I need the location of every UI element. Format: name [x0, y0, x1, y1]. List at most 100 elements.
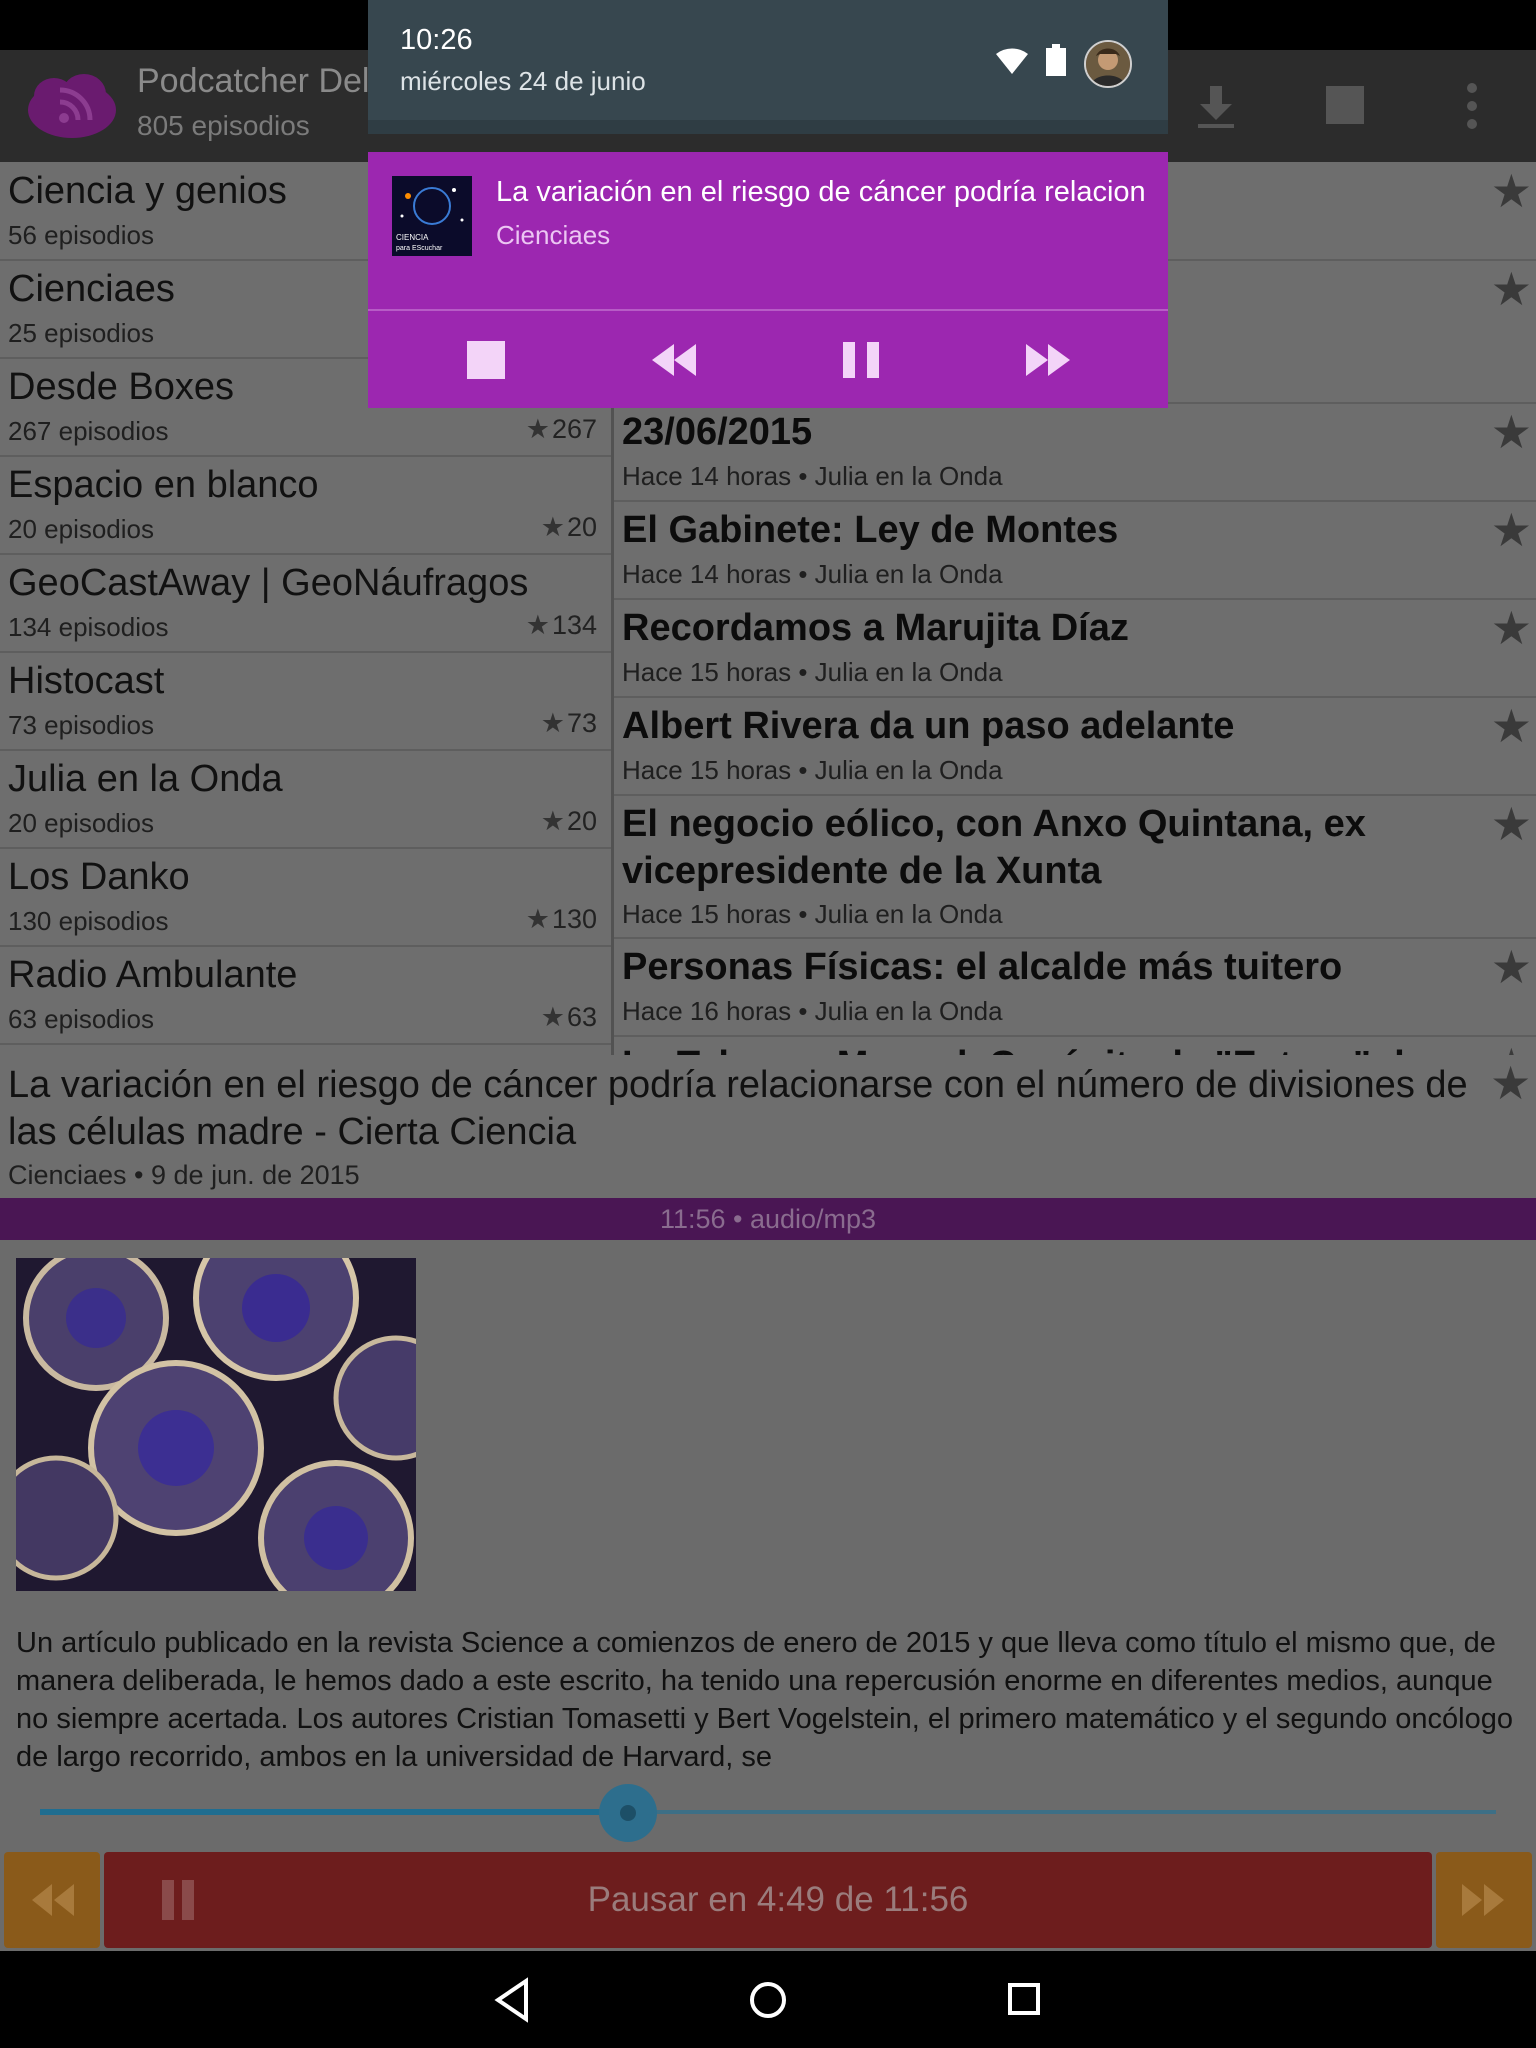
podcast-episode-count: 73 episodios: [8, 710, 154, 740]
rewind-icon: [32, 1884, 74, 1916]
notification-time: 10:26: [400, 24, 473, 56]
podcast-item[interactable]: Los Danko 130 episodios ★130: [0, 848, 611, 947]
media-stop-button[interactable]: [449, 330, 521, 390]
back-icon[interactable]: [484, 1973, 544, 2027]
episode-meta: Hace 14 horas • Julia en la Onda: [622, 461, 1003, 491]
star-icon: ★: [525, 414, 550, 444]
episode-item[interactable]: La Tabarra: Manuel, Capánita de "Futuro"…: [614, 1036, 1536, 1055]
podcast-item[interactable]: Histocast 73 episodios ★73: [0, 652, 611, 751]
rewind-button[interactable]: [4, 1852, 100, 1948]
episode-title: El Gabinete: Ley de Montes: [622, 509, 1119, 551]
star-icon[interactable]: ★: [1491, 940, 1532, 994]
pause-icon: [843, 342, 879, 378]
episode-item[interactable]: Recordamos a Marujita Díaz Hace 15 horas…: [614, 599, 1536, 698]
star-icon[interactable]: ★: [1491, 503, 1532, 557]
podcast-name: Los Danko: [8, 856, 190, 898]
star-icon[interactable]: ★: [1491, 405, 1532, 459]
star-icon: ★: [540, 708, 565, 738]
podcast-item[interactable]: Radio Ambulante 63 episodios ★63: [0, 946, 611, 1045]
episode-meta: Hace 14 horas • Julia en la Onda: [622, 559, 1003, 589]
episode-title: Albert Rivera da un paso adelante: [622, 705, 1235, 747]
podcast-name: Espacio en blanco: [8, 464, 319, 506]
wifi-icon: [996, 48, 1028, 74]
app-logo-icon[interactable]: [24, 66, 120, 142]
new-episodes-badge: ★20: [540, 806, 597, 836]
fast-forward-button[interactable]: [1436, 1852, 1532, 1948]
media-pause-button[interactable]: [825, 330, 897, 390]
media-fast-forward-button[interactable]: [1012, 330, 1084, 390]
new-episodes-badge: ★130: [525, 904, 597, 934]
podcast-name: Ciencia y genios: [8, 170, 287, 212]
episode-meta: Hace 16 horas • Julia en la Onda: [622, 996, 1003, 1026]
episode-title: Personas Físicas: el alcalde más tuitero: [622, 946, 1343, 988]
notification-separator: [368, 120, 1168, 134]
star-icon: ★: [540, 1002, 565, 1032]
star-icon: ★: [525, 610, 550, 640]
podcast-episode-count: 20 episodios: [8, 808, 154, 838]
podcast-name: Desde Boxes: [8, 366, 235, 408]
episode-title: El negocio eólico, con Anxo Quintana, ex…: [622, 803, 1366, 892]
artwork-text: CIENCIA: [396, 233, 429, 242]
media-controls-divider: [368, 309, 1168, 311]
artwork-text: para EScuchar: [396, 245, 443, 252]
star-icon[interactable]: ★: [1490, 1056, 1531, 1110]
episode-item[interactable]: El negocio eólico, con Anxo Quintana, ex…: [614, 795, 1536, 939]
episode-item[interactable]: El Gabinete: Ley de Montes Hace 14 horas…: [614, 501, 1536, 600]
podcast-name: GeoCastAway | GeoNáufragos: [8, 562, 529, 604]
podcast-name: Julia en la Onda: [8, 758, 283, 800]
stop-icon[interactable]: [1312, 78, 1376, 134]
star-icon[interactable]: ★: [1491, 164, 1532, 218]
episode-item[interactable]: Albert Rivera da un paso adelante Hace 1…: [614, 697, 1536, 796]
new-episodes-badge: ★267: [525, 414, 597, 444]
new-episodes-badge: ★134: [525, 610, 597, 640]
battery-icon: [1046, 44, 1066, 76]
star-icon[interactable]: ★: [1491, 262, 1532, 316]
episode-item[interactable]: 23/06/2015 Hace 14 horas • Julia en la O…: [614, 403, 1536, 502]
podcast-item[interactable]: Julia en la Onda 20 episodios ★20: [0, 750, 611, 849]
episode-item[interactable]: Personas Físicas: el alcalde más tuitero…: [614, 938, 1536, 1037]
stop-icon: [467, 341, 505, 379]
app-subtitle: 805 episodios: [137, 110, 310, 141]
star-icon[interactable]: ★: [1491, 1038, 1532, 1055]
podcast-artwork: CIENCIA para EScuchar: [392, 176, 472, 256]
podcast-episode-count: 25 episodios: [8, 318, 154, 348]
star-icon: ★: [540, 512, 565, 542]
podcast-episode-count: 20 episodios: [8, 514, 154, 544]
star-icon[interactable]: ★: [1491, 797, 1532, 851]
avatar[interactable]: [1084, 40, 1132, 88]
overflow-menu-icon[interactable]: [1440, 78, 1504, 134]
recents-icon[interactable]: [994, 1973, 1054, 2027]
episode-meta: Hace 15 horas • Julia en la Onda: [622, 657, 1003, 687]
home-icon[interactable]: [738, 1971, 798, 2029]
navigation-bar: [0, 1951, 1536, 2048]
podcast-episode-count: 130 episodios: [8, 906, 169, 936]
new-episodes-badge: ★20: [540, 512, 597, 542]
episode-meta: Hace 15 horas • Julia en la Onda: [622, 899, 1003, 929]
podcast-episode-count: 56 episodios: [8, 220, 154, 250]
download-icon[interactable]: [1184, 78, 1248, 134]
episode-description: Un artículo publicado en la revista Scie…: [16, 1627, 1513, 1773]
star-icon: ★: [525, 904, 550, 934]
pause-button-label: Pausar en 4:49 de 11:56: [587, 1880, 969, 1919]
now-playing-meta: Cienciaes • 9 de jun. de 2015: [8, 1160, 360, 1190]
seek-bar-progress: [40, 1809, 629, 1815]
podcast-item[interactable]: GeoCastAway | GeoNáufragos 134 episodios…: [0, 554, 611, 653]
podcast-episode-count: 134 episodios: [8, 612, 169, 642]
new-episodes-badge: ★73: [540, 708, 597, 738]
media-rewind-button[interactable]: [638, 330, 710, 390]
episode-meta: Hace 15 horas • Julia en la Onda: [622, 755, 1003, 785]
star-icon[interactable]: ★: [1491, 601, 1532, 655]
rewind-icon: [652, 344, 696, 376]
now-playing-title: La variación en el riesgo de cáncer podr…: [8, 1064, 1468, 1153]
episode-title: 23/06/2015: [622, 411, 813, 453]
podcast-name: Radio Ambulante: [8, 954, 298, 996]
new-episodes-badge: ★63: [540, 1002, 597, 1032]
star-icon[interactable]: ★: [1491, 699, 1532, 753]
episode-title: Recordamos a Marujita Díaz: [622, 607, 1129, 649]
notification-date: miércoles 24 de junio: [400, 66, 646, 96]
episode-title: La Tabarra: Manuel, Capánita de "Futuro"…: [622, 1042, 1482, 1055]
episode-format: 11:56 • audio/mp3: [659, 1204, 877, 1234]
podcast-episode-count: 267 episodios: [8, 416, 169, 446]
podcast-episode-count: 63 episodios: [8, 1004, 154, 1034]
podcast-item[interactable]: Espacio en blanco 20 episodios ★20: [0, 456, 611, 555]
